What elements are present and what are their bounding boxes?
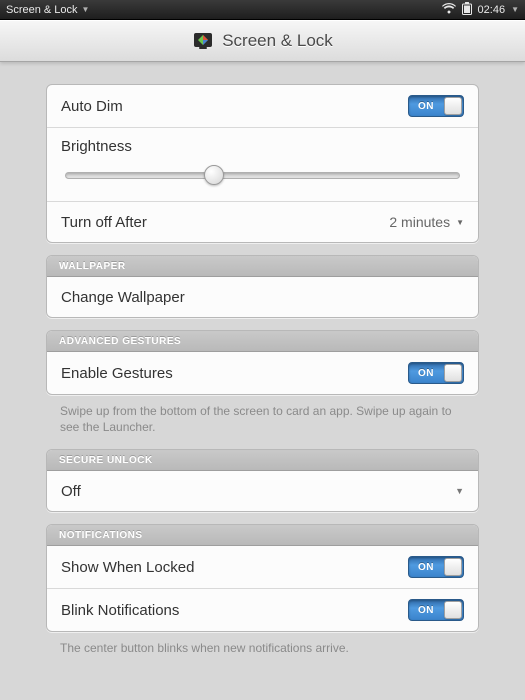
toggle-on-label: ON	[409, 368, 444, 379]
wifi-icon	[442, 3, 456, 17]
change-wallpaper-row[interactable]: Change Wallpaper	[47, 277, 478, 317]
brightness-label: Brightness	[61, 138, 464, 155]
toggle-knob	[444, 364, 462, 382]
statusbar-app-menu[interactable]: Screen & Lock ▼	[6, 4, 89, 16]
turn-off-after-row[interactable]: Turn off After 2 minutes ▼	[47, 202, 478, 242]
show-when-locked-label: Show When Locked	[61, 559, 194, 576]
wallpaper-header: WALLPAPER	[47, 256, 478, 277]
gestures-header: ADVANCED GESTURES	[47, 331, 478, 352]
secure-unlock-value: Off	[61, 483, 81, 500]
notifications-hint: The center button blinks when new notifi…	[46, 636, 479, 658]
chevron-down-icon: ▼	[511, 5, 519, 14]
gestures-group: ADVANCED GESTURES Enable Gestures ON	[46, 330, 479, 395]
auto-dim-row: Auto Dim ON	[47, 85, 478, 128]
auto-dim-toggle[interactable]: ON	[408, 95, 464, 117]
slider-track	[65, 172, 460, 179]
toggle-knob	[444, 558, 462, 576]
brightness-row: Brightness	[47, 128, 478, 202]
toggle-on-label: ON	[409, 562, 444, 573]
page-header: Screen & Lock	[0, 20, 525, 62]
secure-unlock-select[interactable]: Off ▼	[47, 471, 478, 511]
notifications-group: NOTIFICATIONS Show When Locked ON Blink …	[46, 524, 479, 632]
slider-thumb[interactable]	[204, 165, 224, 185]
status-bar: Screen & Lock ▼ 02:46 ▼	[0, 0, 525, 20]
secure-unlock-group: SECURE UNLOCK Off ▼	[46, 449, 479, 512]
chevron-down-icon: ▼	[456, 218, 464, 227]
blink-notifications-row: Blink Notifications ON	[47, 589, 478, 631]
statusbar-app-name: Screen & Lock	[6, 4, 78, 16]
turn-off-after-value: 2 minutes	[389, 214, 450, 230]
blink-notifications-toggle[interactable]: ON	[408, 599, 464, 621]
brightness-slider[interactable]	[61, 165, 464, 185]
notifications-header: NOTIFICATIONS	[47, 525, 478, 546]
show-when-locked-toggle[interactable]: ON	[408, 556, 464, 578]
show-when-locked-row: Show When Locked ON	[47, 546, 478, 589]
page-title: Screen & Lock	[222, 31, 333, 51]
turn-off-after-label: Turn off After	[61, 214, 147, 231]
change-wallpaper-label: Change Wallpaper	[61, 289, 185, 306]
blink-notifications-label: Blink Notifications	[61, 602, 179, 619]
enable-gestures-label: Enable Gestures	[61, 365, 173, 382]
settings-content: Auto Dim ON Brightness Turn off After 2 …	[0, 62, 525, 659]
enable-gestures-row: Enable Gestures ON	[47, 352, 478, 394]
chevron-down-icon: ▼	[82, 5, 90, 14]
battery-icon	[462, 2, 472, 18]
gestures-hint: Swipe up from the bottom of the screen t…	[46, 399, 479, 437]
display-group: Auto Dim ON Brightness Turn off After 2 …	[46, 84, 479, 243]
enable-gestures-toggle[interactable]: ON	[408, 362, 464, 384]
secure-unlock-header: SECURE UNLOCK	[47, 450, 478, 471]
chevron-down-icon: ▼	[455, 486, 464, 496]
toggle-knob	[444, 601, 462, 619]
toggle-on-label: ON	[409, 101, 444, 112]
auto-dim-label: Auto Dim	[61, 98, 123, 115]
toggle-on-label: ON	[409, 605, 444, 616]
toggle-knob	[444, 97, 462, 115]
screen-lock-app-icon	[192, 30, 214, 52]
wallpaper-group: WALLPAPER Change Wallpaper	[46, 255, 479, 318]
statusbar-clock[interactable]: 02:46	[478, 4, 506, 16]
